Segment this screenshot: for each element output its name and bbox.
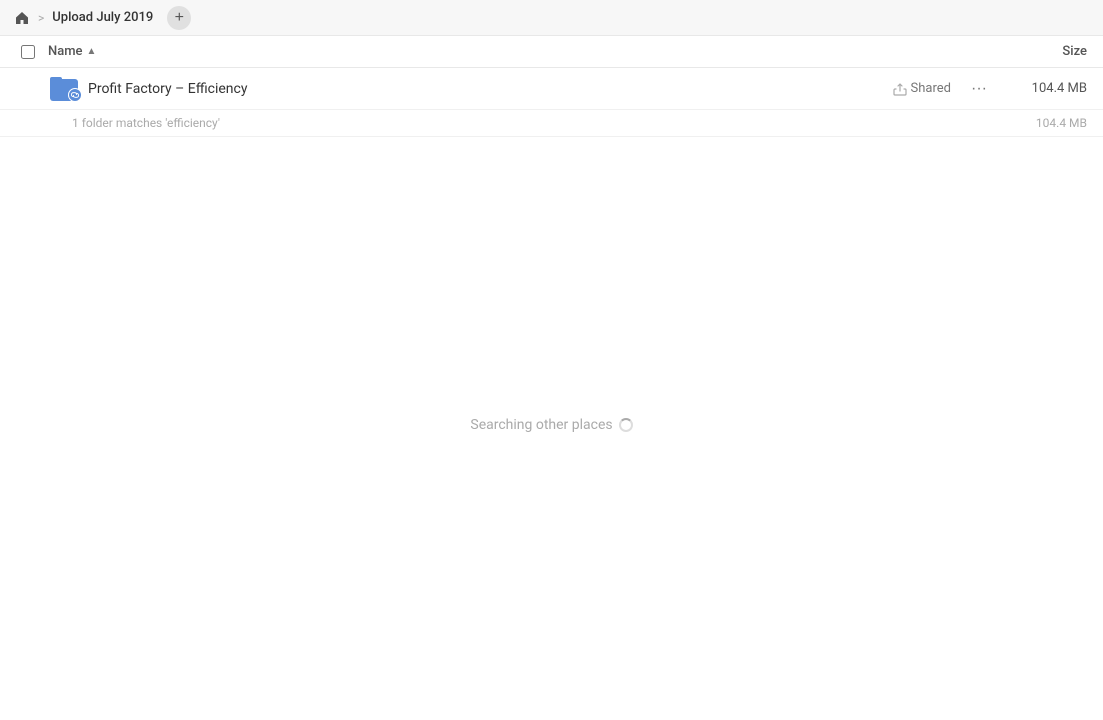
shared-text: Shared — [911, 81, 951, 96]
breadcrumb-title: Upload July 2019 — [46, 8, 159, 27]
searching-status: Searching other places — [470, 417, 632, 433]
row-checkbox-wrap — [16, 77, 40, 101]
home-button[interactable] — [8, 4, 36, 32]
match-count-text: 1 folder matches 'efficiency' — [72, 116, 220, 130]
header-bar: > Upload July 2019 + — [0, 0, 1103, 36]
file-size: 104.4 MB — [1007, 81, 1087, 96]
column-header-row: Name ▲ Size — [0, 36, 1103, 68]
file-list: Profit Factory – Efficiency Shared ··· 1… — [0, 68, 1103, 137]
folder-link-icon — [50, 77, 78, 101]
match-count-row: 1 folder matches 'efficiency' 104.4 MB — [0, 110, 1103, 137]
sort-icon: ▲ — [87, 46, 97, 57]
size-column-header: Size — [987, 44, 1087, 59]
breadcrumb-separator: > — [38, 11, 44, 25]
name-column-header[interactable]: Name ▲ — [48, 44, 987, 59]
select-all-checkbox[interactable] — [16, 40, 40, 64]
table-row[interactable]: Profit Factory – Efficiency Shared ··· 1… — [0, 68, 1103, 110]
shared-label: Shared — [893, 81, 951, 96]
loading-spinner — [619, 418, 633, 432]
searching-label: Searching other places — [470, 417, 612, 433]
more-options-button[interactable]: ··· — [967, 77, 991, 101]
checkbox-all[interactable] — [21, 45, 35, 59]
new-tab-button[interactable]: + — [167, 6, 191, 30]
match-size: 104.4 MB — [1036, 116, 1087, 130]
file-name: Profit Factory – Efficiency — [88, 81, 893, 97]
file-icon-wrap — [48, 73, 80, 105]
searching-section: Searching other places — [0, 137, 1103, 433]
link-badge-icon — [68, 88, 82, 102]
